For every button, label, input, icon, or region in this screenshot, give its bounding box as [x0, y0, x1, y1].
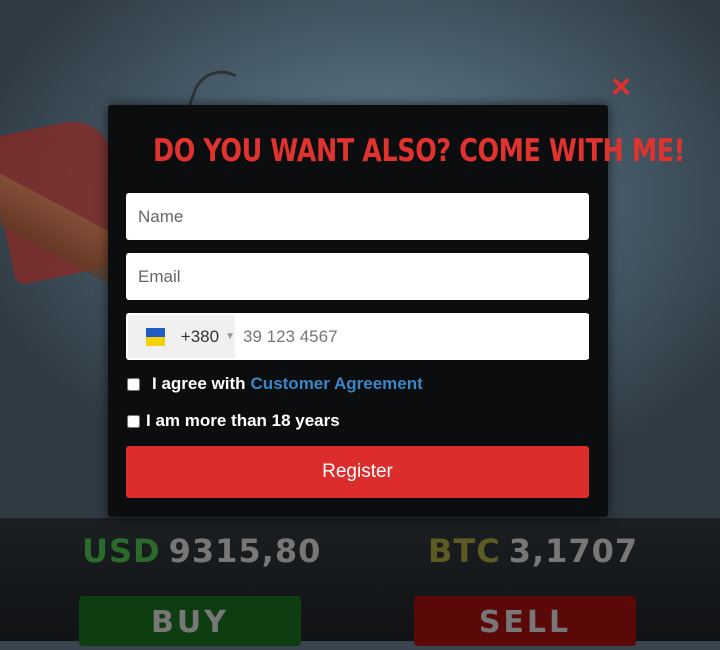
- usd-label: USD: [82, 532, 161, 570]
- dial-code: +380: [180, 326, 220, 346]
- sell-button[interactable]: SELL: [414, 596, 636, 646]
- phone-input[interactable]: [235, 314, 589, 359]
- customer-agreement-link[interactable]: Customer Agreement: [251, 374, 423, 394]
- email-input[interactable]: [126, 253, 589, 300]
- usd-ticker: USD 9315,80: [82, 532, 321, 570]
- buy-button[interactable]: BUY: [79, 596, 301, 646]
- usd-value: 9315,80: [168, 532, 322, 570]
- age-text: I am more than 18 years: [146, 411, 340, 430]
- agreement-row: I agree with Customer Agreement: [126, 374, 423, 394]
- btc-value: 3,1707: [508, 532, 639, 570]
- close-icon[interactable]: ×: [606, 70, 636, 104]
- age-row: I am more than 18 years: [126, 411, 340, 431]
- phone-field: +380 ▼: [126, 313, 589, 360]
- btc-label: BTC: [428, 532, 501, 570]
- agreement-text: I agree with: [152, 374, 246, 393]
- modal-title: Do you want also? Come with me!: [153, 133, 685, 169]
- agreement-checkbox[interactable]: [127, 377, 140, 391]
- register-button[interactable]: Register: [126, 446, 589, 498]
- age-checkbox[interactable]: [127, 414, 140, 428]
- country-selector[interactable]: +380 ▼: [128, 315, 235, 358]
- btc-ticker: BTC 3,1707: [428, 532, 638, 570]
- registration-modal: Do you want also? Come with me! +380 ▼ I…: [108, 105, 685, 517]
- ukraine-flag-icon: [146, 327, 165, 346]
- chevron-down-icon: ▼: [225, 331, 235, 342]
- name-input[interactable]: [126, 193, 589, 240]
